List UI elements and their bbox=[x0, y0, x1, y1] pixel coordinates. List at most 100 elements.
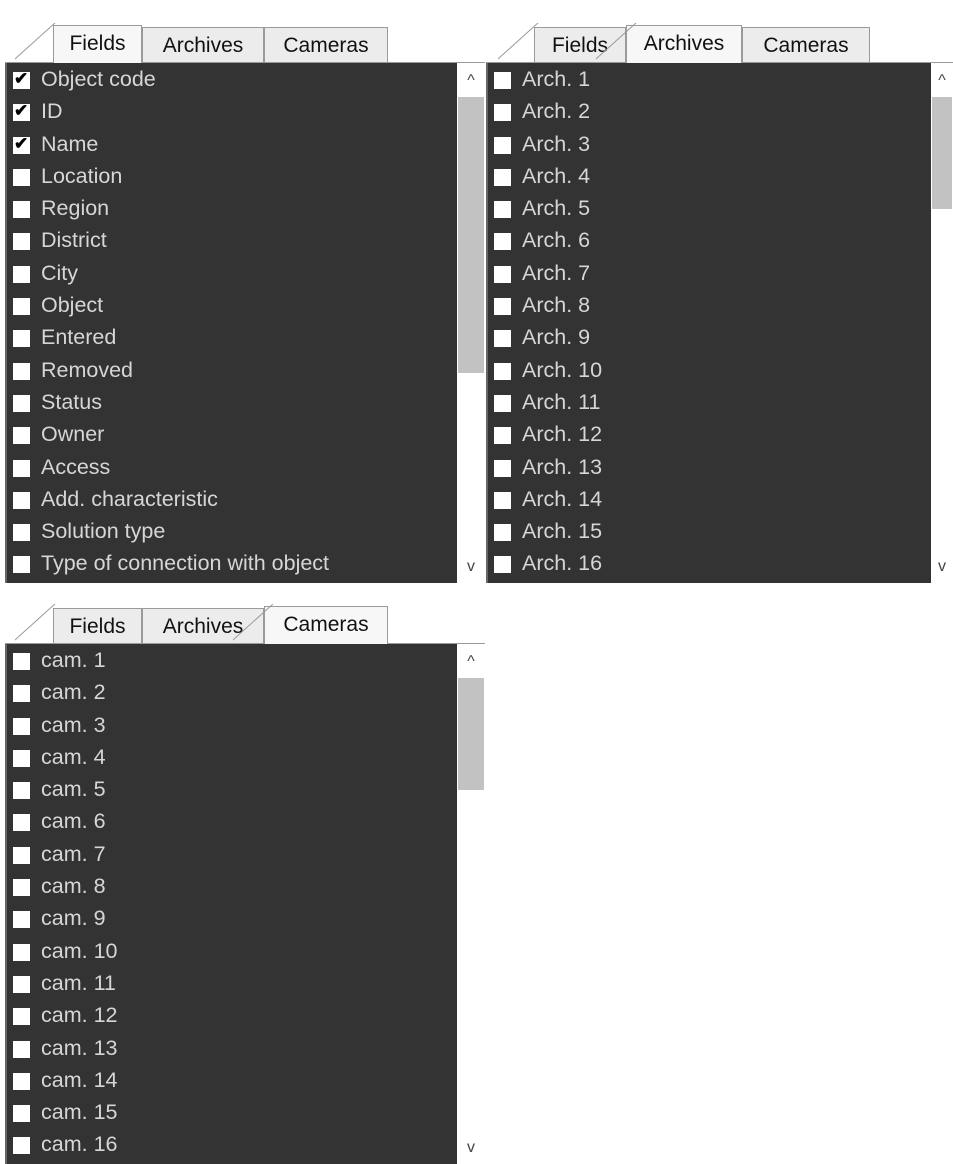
list-item[interactable]: Arch. 7 bbox=[492, 257, 923, 289]
checkbox[interactable] bbox=[494, 362, 511, 380]
checkbox[interactable] bbox=[13, 298, 30, 316]
checkbox[interactable] bbox=[13, 653, 30, 670]
checkbox[interactable] bbox=[13, 168, 30, 186]
checkbox[interactable] bbox=[13, 717, 30, 735]
checkbox[interactable] bbox=[494, 427, 511, 445]
list-item[interactable]: Arch. 1 bbox=[492, 63, 923, 95]
list-item[interactable]: Arch. 10 bbox=[492, 354, 923, 386]
checkbox[interactable] bbox=[494, 104, 511, 122]
checkbox[interactable] bbox=[13, 1040, 30, 1058]
checkbox[interactable] bbox=[13, 1137, 30, 1155]
list-item[interactable]: cam. 1 bbox=[11, 644, 455, 676]
checkbox[interactable] bbox=[13, 782, 30, 800]
tab-cameras[interactable]: Cameras bbox=[742, 27, 870, 63]
scroll-down-arrow-icon[interactable]: v bbox=[457, 1134, 485, 1162]
checkbox[interactable]: ✔ bbox=[13, 101, 30, 122]
tab-fields[interactable]: Fields bbox=[53, 25, 142, 63]
checkbox[interactable] bbox=[494, 298, 511, 316]
checkbox[interactable] bbox=[13, 556, 30, 574]
tab-archives[interactable]: Archives bbox=[142, 27, 264, 63]
list-item[interactable]: City bbox=[11, 257, 455, 289]
checkbox[interactable] bbox=[494, 136, 511, 154]
checkbox[interactable] bbox=[13, 524, 30, 542]
checkbox[interactable] bbox=[494, 233, 511, 251]
list-item[interactable]: Removed bbox=[11, 354, 455, 386]
checkbox[interactable] bbox=[13, 1072, 30, 1090]
list-item[interactable]: Arch. 16 bbox=[492, 547, 923, 579]
checkbox[interactable]: ✔ bbox=[13, 69, 30, 89]
checkbox[interactable] bbox=[13, 330, 30, 348]
checkbox[interactable] bbox=[494, 72, 511, 89]
fields-list[interactable]: ✔ Object code ✔ ID ✔ Name Location Region Distri… bbox=[5, 63, 485, 583]
list-item[interactable]: Arch. 14 bbox=[492, 483, 923, 515]
list-item[interactable]: cam. 6 bbox=[11, 805, 455, 837]
list-item[interactable]: Arch. 8 bbox=[492, 289, 923, 321]
list-item[interactable]: Object bbox=[11, 289, 455, 321]
checkbox[interactable] bbox=[494, 524, 511, 542]
list-item[interactable]: cam. 8 bbox=[11, 870, 455, 902]
checkbox[interactable] bbox=[13, 749, 30, 767]
cameras-list[interactable]: cam. 1 cam. 2 cam. 3 cam. 4 cam. 5 cam. 6 cam.… bbox=[5, 644, 485, 1164]
list-item[interactable]: cam. 16 bbox=[11, 1128, 455, 1160]
list-item[interactable]: Arch. 6 bbox=[492, 224, 923, 256]
checkbox[interactable] bbox=[13, 265, 30, 283]
checkbox[interactable]: ✔ bbox=[13, 134, 30, 154]
scroll-up-arrow-icon[interactable]: ^ bbox=[457, 67, 485, 95]
checkbox[interactable] bbox=[13, 427, 30, 445]
list-item[interactable]: cam. 13 bbox=[11, 1032, 455, 1064]
list-item[interactable]: Owner bbox=[11, 418, 455, 450]
checkbox[interactable] bbox=[494, 394, 511, 412]
checkbox[interactable] bbox=[494, 491, 511, 509]
checkbox[interactable] bbox=[13, 846, 30, 864]
list-item[interactable]: Entered bbox=[11, 321, 455, 353]
list-item[interactable]: ✔ Name bbox=[11, 128, 455, 160]
list-item[interactable]: Arch. 9 bbox=[492, 321, 923, 353]
list-item[interactable]: Arch. 11 bbox=[492, 386, 923, 418]
tab-cameras[interactable]: Cameras bbox=[264, 27, 388, 63]
list-item[interactable]: cam. 9 bbox=[11, 902, 455, 934]
list-item[interactable]: Add. characteristic bbox=[11, 483, 455, 515]
list-item[interactable]: Arch. 12 bbox=[492, 418, 923, 450]
list-item[interactable]: Arch. 5 bbox=[492, 192, 923, 224]
list-item[interactable]: cam. 11 bbox=[11, 967, 455, 999]
checkbox[interactable] bbox=[494, 265, 511, 283]
list-item[interactable]: Access bbox=[11, 451, 455, 483]
scroll-thumb[interactable] bbox=[932, 97, 952, 209]
checkbox[interactable] bbox=[13, 685, 30, 703]
list-item[interactable]: District bbox=[11, 224, 455, 256]
checkbox[interactable] bbox=[494, 459, 511, 477]
checkbox[interactable] bbox=[13, 394, 30, 412]
list-item[interactable]: cam. 3 bbox=[11, 709, 455, 741]
tab-archives[interactable]: Archives bbox=[626, 25, 742, 63]
list-item[interactable]: cam. 7 bbox=[11, 838, 455, 870]
scroll-down-arrow-icon[interactable]: v bbox=[931, 553, 953, 581]
list-item[interactable]: Region bbox=[11, 192, 455, 224]
checkbox[interactable] bbox=[494, 201, 511, 219]
checkbox[interactable] bbox=[494, 556, 511, 574]
checkbox[interactable] bbox=[13, 362, 30, 380]
vertical-scrollbar[interactable]: ^ v bbox=[457, 644, 485, 1164]
tab-fields[interactable]: Fields bbox=[53, 608, 142, 644]
list-item[interactable]: Arch. 2 bbox=[492, 95, 923, 127]
list-item[interactable]: cam. 10 bbox=[11, 935, 455, 967]
list-item[interactable]: cam. 12 bbox=[11, 999, 455, 1031]
vertical-scrollbar[interactable]: ^ v bbox=[931, 63, 953, 583]
list-item[interactable]: cam. 2 bbox=[11, 676, 455, 708]
checkbox[interactable] bbox=[13, 459, 30, 477]
list-item[interactable]: Solution type bbox=[11, 515, 455, 547]
tab-cameras[interactable]: Cameras bbox=[264, 606, 388, 644]
list-item[interactable]: ✔ ID bbox=[11, 95, 455, 127]
checkbox[interactable] bbox=[13, 814, 30, 832]
list-item[interactable]: Arch. 13 bbox=[492, 451, 923, 483]
archives-list[interactable]: Arch. 1 Arch. 2 Arch. 3 Arch. 4 Arch. 5 Arch.… bbox=[486, 63, 953, 583]
checkbox[interactable] bbox=[13, 975, 30, 993]
list-item[interactable]: Arch. 4 bbox=[492, 160, 923, 192]
list-item[interactable]: cam. 4 bbox=[11, 741, 455, 773]
list-item[interactable]: cam. 15 bbox=[11, 1096, 455, 1128]
list-item[interactable]: ✔ Object code bbox=[11, 63, 455, 95]
list-item[interactable]: Arch. 15 bbox=[492, 515, 923, 547]
list-item[interactable]: Location bbox=[11, 160, 455, 192]
list-item[interactable]: Type of connection with object bbox=[11, 547, 455, 579]
scroll-thumb[interactable] bbox=[458, 97, 484, 373]
checkbox[interactable] bbox=[13, 1105, 30, 1123]
